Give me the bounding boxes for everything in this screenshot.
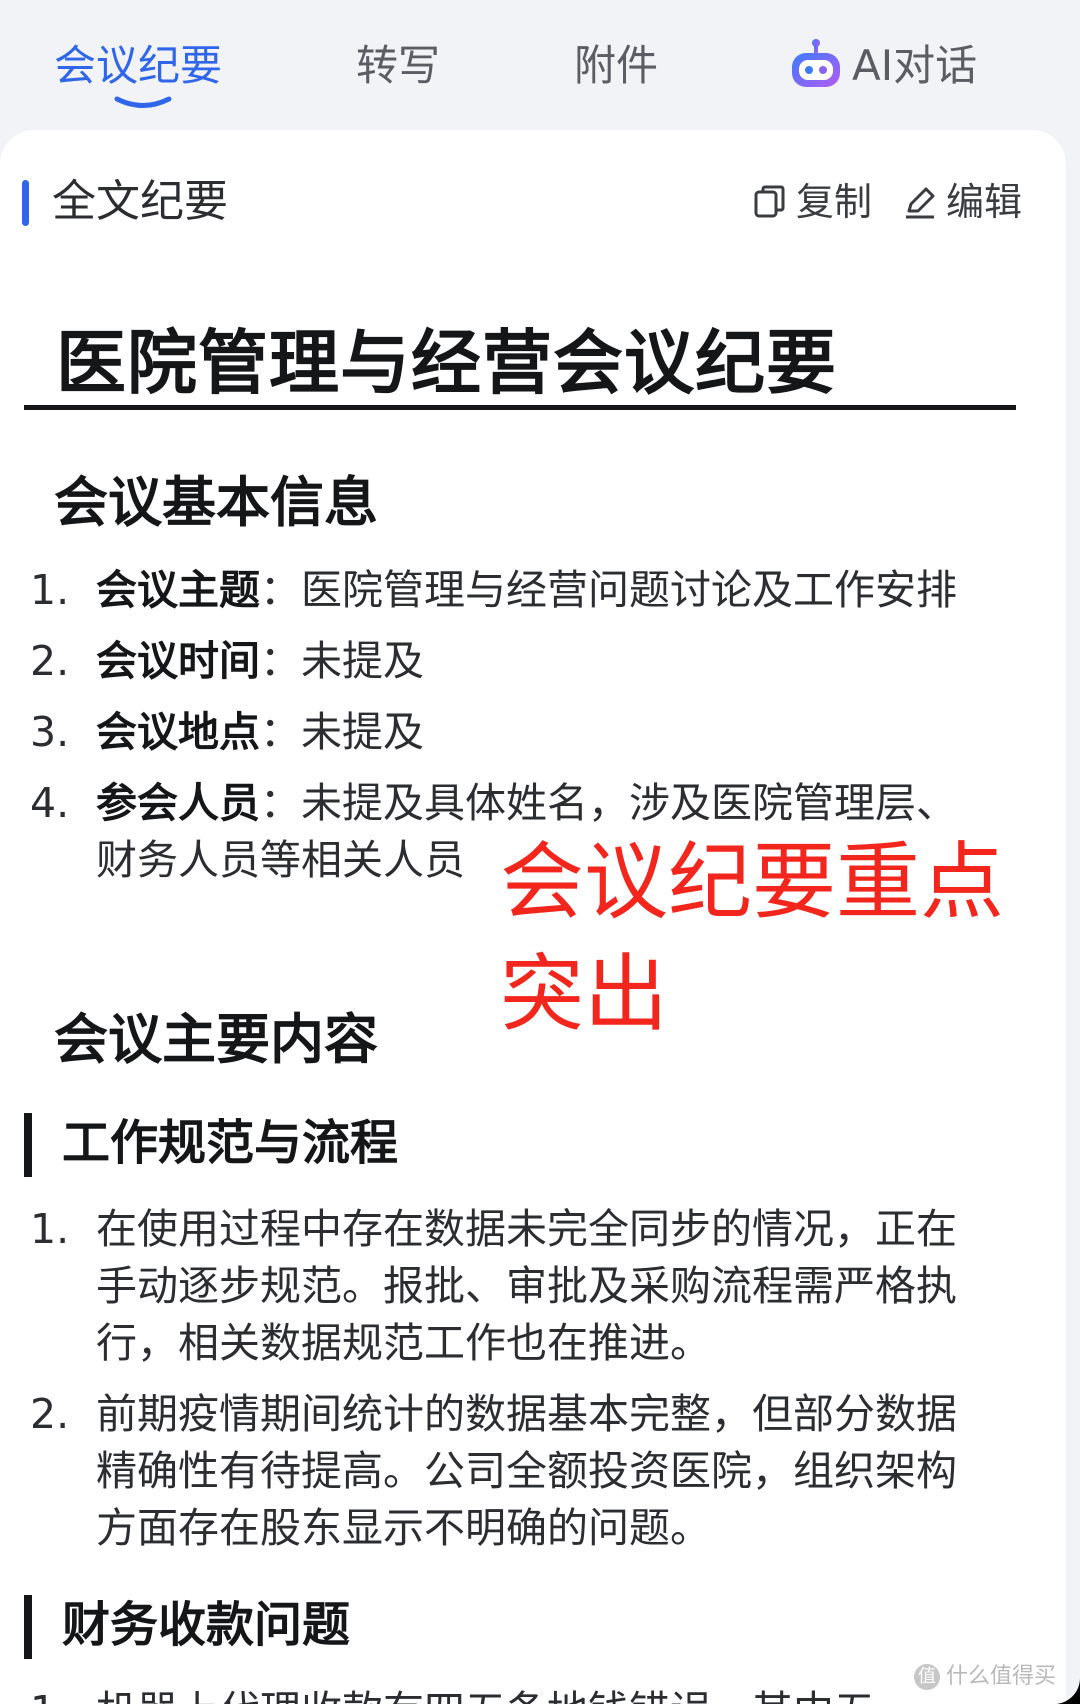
list-item: 1. 会议主题：医院管理与经营问题讨论及工作安排 <box>30 562 990 619</box>
list-item: 3. 会议地点：未提及 <box>30 704 990 761</box>
tab-label: 附件 <box>574 41 659 90</box>
section-accent-bar <box>22 180 29 226</box>
item-separator: ： <box>260 708 301 756</box>
edit-button[interactable]: 编辑 <box>902 176 1022 228</box>
title-divider <box>24 405 1016 410</box>
item-text: 前期疫情期间统计的数据基本完整，但部分数据精确性有待提高。公司全额投资医院，组织… <box>96 1390 957 1552</box>
item-number: 1. <box>30 1683 69 1704</box>
item-number: 2. <box>30 1390 70 1438</box>
tab-label: AI对话 <box>852 41 978 90</box>
workflow-list: 1. 在使用过程中存在数据未完全同步的情况，正在手动逐步规范。报批、审批及采购流程… <box>30 1201 990 1571</box>
watermark-logo-icon: 值 <box>913 1664 940 1690</box>
item-value: 未提及 <box>301 708 424 756</box>
item-key: 会议地点 <box>96 708 260 756</box>
watermark: 值什么值得买 <box>913 1658 1056 1690</box>
section-title: 全文纪要 <box>52 176 228 227</box>
item-key: 会议主题 <box>96 566 260 614</box>
copy-button[interactable]: 复制 <box>752 176 872 228</box>
tab-meeting-minutes[interactable]: 会议纪要 <box>54 36 222 96</box>
tab-ai-chat[interactable]: AI对话 <box>788 36 977 96</box>
annotation-text: 会议纪要重点突出 <box>500 833 1005 1043</box>
item-separator: ： <box>260 566 301 614</box>
list-item: 2. 前期疫情期间统计的数据基本完整，但部分数据精确性有待提高。公司全额投资医院，… <box>30 1386 990 1557</box>
document-title: 医院管理与经营会议纪要 <box>56 322 837 404</box>
tab-attachments[interactable]: 附件 <box>574 36 658 96</box>
item-number: 3. <box>30 708 70 756</box>
basic-info-heading: 会议基本信息 <box>54 471 378 534</box>
item-number: 1. <box>30 566 70 614</box>
active-tab-indicator <box>114 96 172 108</box>
item-text: 在使用过程中存在数据未完全同步的情况，正在手动逐步规范。报批、审批及采购流程需严… <box>96 1205 957 1367</box>
tab-transcription[interactable]: 转写 <box>356 36 440 96</box>
tab-label: 转写 <box>356 41 441 90</box>
phone-frame: 会议纪要 转写 附件 AI对话 全文纪要 复制 编辑 医院管理与经营会议纪要 会… <box>0 0 1080 1704</box>
item-text: 机器上代理收款有四五条地钱错误，其中五 <box>96 1687 875 1704</box>
subsection-bar <box>24 1595 32 1659</box>
edit-label: 编辑 <box>946 180 1023 224</box>
finance-list: 1. 机器上代理收款有四五条地钱错误，其中五 <box>30 1683 990 1704</box>
item-key: 会议时间 <box>96 637 260 685</box>
list-item: 2. 会议时间：未提及 <box>30 633 990 690</box>
app-screen: 会议纪要 转写 附件 AI对话 全文纪要 复制 编辑 医院管理与经营会议纪要 会… <box>0 0 1080 1704</box>
list-item: 1. 在使用过程中存在数据未完全同步的情况，正在手动逐步规范。报批、审批及采购流程… <box>30 1201 990 1372</box>
list-item: 1. 机器上代理收款有四五条地钱错误，其中五 <box>30 1683 990 1704</box>
robot-icon <box>792 38 840 87</box>
finance-heading: 财务收款问题 <box>62 1597 351 1653</box>
workflow-heading: 工作规范与流程 <box>62 1115 399 1171</box>
tab-bar: 会议纪要 转写 附件 AI对话 <box>0 0 1080 130</box>
copy-icon <box>754 185 785 217</box>
watermark-text: 什么值得买 <box>945 1664 1056 1689</box>
item-value: 未提及 <box>301 637 424 685</box>
item-number: 4. <box>30 779 70 827</box>
tab-label: 会议纪要 <box>54 41 223 90</box>
pencil-icon <box>906 187 935 218</box>
main-content-heading: 会议主要内容 <box>54 1008 378 1071</box>
item-separator: ： <box>260 779 301 827</box>
item-value: 医院管理与经营问题讨论及工作安排 <box>301 566 957 614</box>
subsection-bar <box>24 1113 32 1177</box>
item-number: 2. <box>30 637 70 685</box>
item-separator: ： <box>260 637 301 685</box>
item-key: 参会人员 <box>96 779 260 827</box>
item-number: 1. <box>30 1205 70 1253</box>
copy-label: 复制 <box>796 180 873 224</box>
